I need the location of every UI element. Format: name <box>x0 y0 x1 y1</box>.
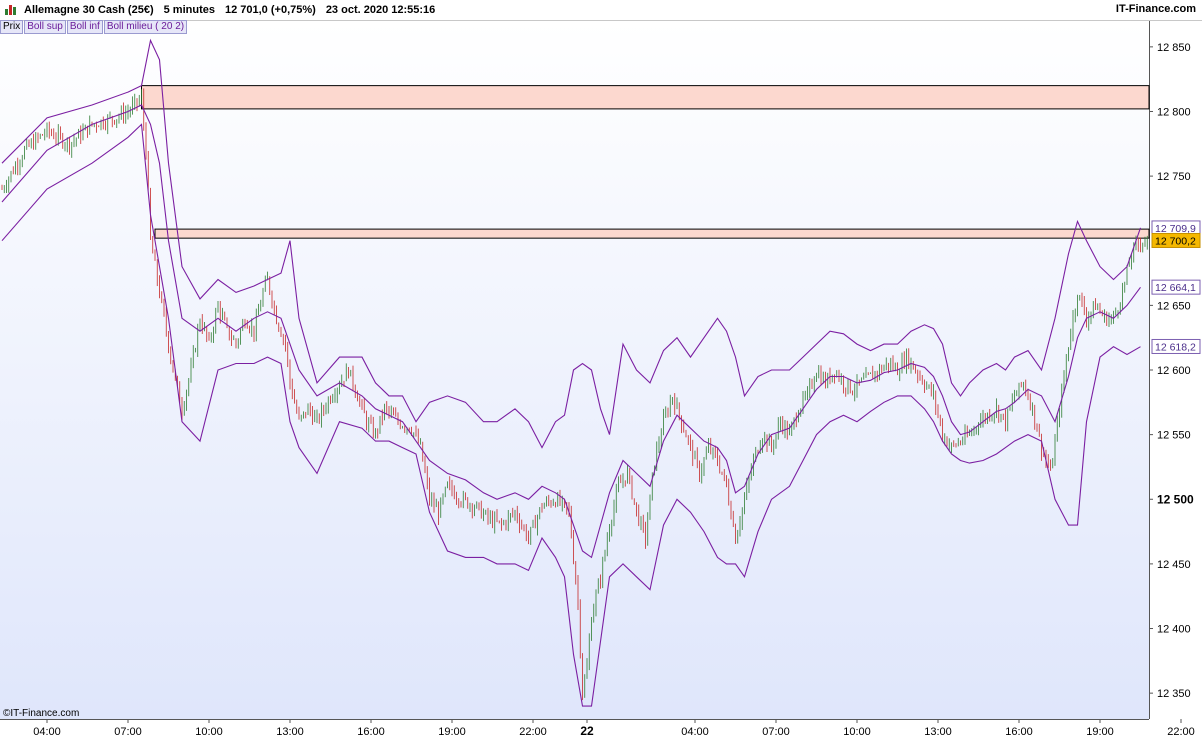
chart-window: Allemagne 30 Cash (25€) 5 minutes 12 701… <box>0 0 1202 741</box>
price-chart: 12 850 12 800 12 750 12 650 12 600 12 550 12 5… <box>1 38 1201 738</box>
y-tick-label: 12 600 <box>1157 365 1191 377</box>
resistance-zone <box>154 228 1150 239</box>
x-tick-label: 04:00 <box>681 726 709 738</box>
indicator-legend: Prix Boll sup Boll inf Boll milieu ( 20 … <box>0 20 188 34</box>
x-tick-label: 07:00 <box>762 726 790 738</box>
y-tick-label: 12 350 <box>1157 688 1191 700</box>
price-label: 12 664,1 <box>1155 282 1196 294</box>
legend-item-prix[interactable]: Prix <box>0 20 24 34</box>
x-tick-label: 19:00 <box>438 726 466 738</box>
y-tick-label: 12 800 <box>1157 106 1191 118</box>
x-tick-label: 13:00 <box>276 726 304 738</box>
x-tick-label: 16:00 <box>1005 726 1033 738</box>
x-tick-label: 22:00 <box>1167 726 1195 738</box>
y-tick-label: 12 400 <box>1157 624 1191 636</box>
x-tick-label: 13:00 <box>924 726 952 738</box>
x-tick-label: 22:00 <box>519 726 547 738</box>
resistance-zone <box>141 85 1150 110</box>
price-label: 12 700,2 <box>1155 235 1196 247</box>
legend-item-boll-milieu[interactable]: Boll milieu ( 20 2) <box>103 20 188 34</box>
y-tick-label: 12 850 <box>1157 42 1191 54</box>
bollinger-middle-line <box>1 104 1141 559</box>
copyright-text: ©IT-Finance.com <box>3 708 80 719</box>
y-tick-label: 12 650 <box>1157 300 1191 312</box>
legend-item-boll-inf[interactable]: Boll inf <box>66 20 103 34</box>
x-tick-label: 04:00 <box>33 726 61 738</box>
x-tick-label: 10:00 <box>195 726 223 738</box>
price-label: 12 618,2 <box>1155 341 1196 353</box>
y-tick-label: 12 750 <box>1157 171 1191 183</box>
y-tick-label: 12 550 <box>1157 430 1191 442</box>
x-tick-label: 07:00 <box>114 726 142 738</box>
y-tick-label: 12 500 <box>1157 492 1194 506</box>
y-tick-label: 12 450 <box>1157 559 1191 571</box>
x-tick-label: 16:00 <box>357 726 385 738</box>
x-tick-label: 10:00 <box>843 726 871 738</box>
legend-item-boll-sup[interactable]: Boll sup <box>24 20 66 34</box>
x-tick-label: 22 <box>580 724 594 738</box>
x-tick-label: 19:00 <box>1086 726 1114 738</box>
bollinger-lower-line <box>1 123 1141 707</box>
